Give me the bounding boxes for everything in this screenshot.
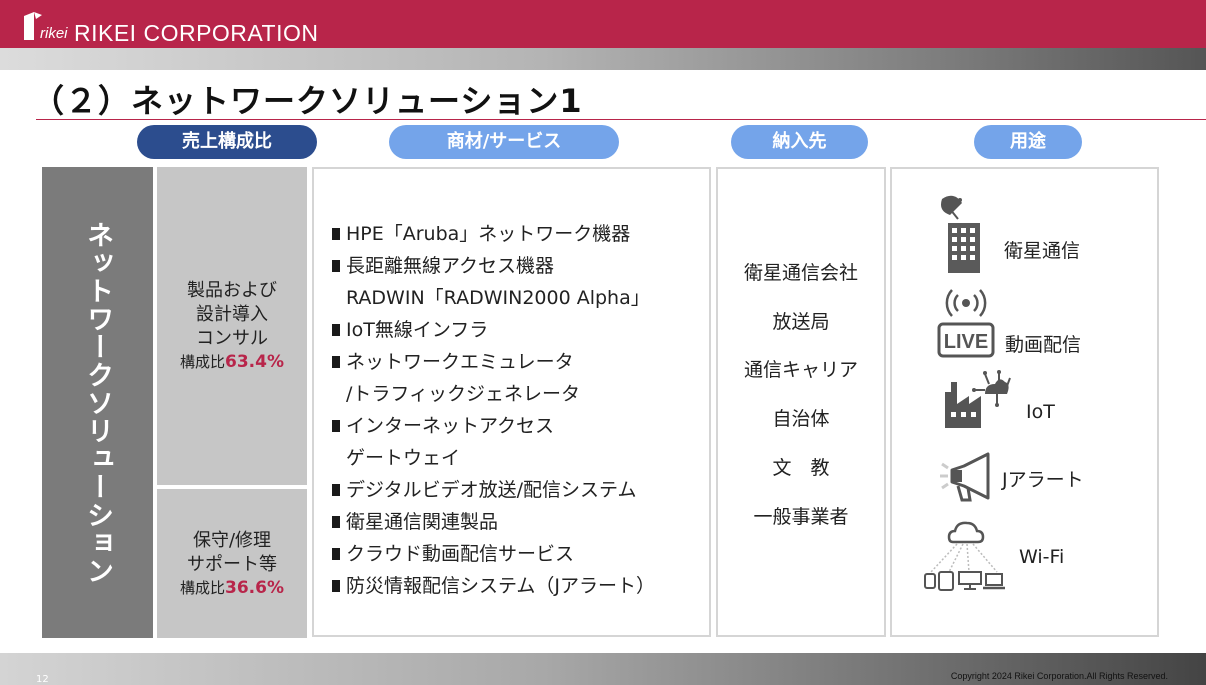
list-item: 衛星通信関連製品 <box>332 506 712 538</box>
product-list: HPE「Aruba」ネットワーク機器 長距離無線アクセス機器 RADWIN「RA… <box>332 218 712 602</box>
customer-item: 一般事業者 <box>753 506 849 528</box>
list-item: HPE「Aruba」ネットワーク機器 <box>332 218 712 250</box>
share-ratio-value: 63.4% <box>225 352 284 372</box>
share-ratio: 構成比36.6% <box>180 577 284 599</box>
list-item: 防災情報配信システム（Jアラート） <box>332 570 712 602</box>
use-label-wifi: Wi-Fi <box>1019 546 1065 568</box>
bullet-square-icon <box>332 580 340 592</box>
bullet-square-icon <box>332 356 340 368</box>
use-label-streaming: 動画配信 <box>1005 334 1082 356</box>
list-item: ネットワークエミュレータ <box>332 346 712 378</box>
header-bar: rikei RIKEI CORPORATION <box>0 0 1206 48</box>
bullet-square-icon <box>332 548 340 560</box>
share-ratio: 構成比63.4% <box>180 351 284 373</box>
bullet-square-icon <box>332 260 340 272</box>
copyright-text: Copyright 2024 Rikei Corporation.All Rig… <box>950 671 1168 681</box>
share-box-product: 製品および 設計導入 コンサル 構成比63.4% <box>157 167 307 485</box>
iot-factory-icon <box>945 370 1011 428</box>
list-item: /トラフィックジェネレータ <box>346 383 581 405</box>
use-label-jalert: Jアラート <box>1002 469 1084 491</box>
bullet-square-icon <box>332 420 340 432</box>
customers-panel <box>716 167 886 637</box>
share-line: コンサル <box>196 328 268 349</box>
segment-label: ネットワークソリューション <box>82 220 113 585</box>
customer-item: 文 教 <box>772 457 830 479</box>
share-ratio-value: 36.6% <box>225 577 284 598</box>
list-item: クラウド動画配信サービス <box>332 538 712 570</box>
logo-wordmark: rikei <box>40 25 68 42</box>
share-line: 保守/修理 <box>192 529 272 551</box>
header-gradient-bar <box>0 48 1206 70</box>
bullet-square-icon <box>332 516 340 528</box>
list-item: 長距離無線アクセス機器 <box>332 250 712 282</box>
live-broadcast-icon: LIVE <box>937 289 995 358</box>
list-item: デジタルビデオ放送/配信システム <box>332 474 712 506</box>
list-item: RADWIN「RADWIN2000 Alpha」 <box>346 287 650 309</box>
share-line: 製品および <box>187 280 277 301</box>
satellite-building-icon <box>941 195 980 273</box>
customer-item: 放送局 <box>772 311 830 333</box>
megaphone-icon <box>940 452 990 502</box>
bullet-square-icon <box>332 484 340 496</box>
share-ratio-label: 構成比 <box>180 353 226 371</box>
cloud-devices-icon <box>924 521 1005 591</box>
pill-customers: 納入先 <box>731 125 868 159</box>
pill-products: 商材/サービス <box>389 125 619 159</box>
share-line: 設計導入 <box>196 304 268 325</box>
bullet-square-icon <box>332 324 340 336</box>
share-box-maintenance: 保守/修理 サポート等 構成比36.6% <box>157 489 307 638</box>
bullet-square-icon <box>332 228 340 240</box>
title-divider <box>36 119 1206 120</box>
customer-item: 通信キャリア <box>743 359 858 381</box>
segment-column: ネットワークソリューション <box>42 167 153 638</box>
list-item: ゲートウェイ <box>346 447 461 469</box>
use-label-iot: IoT <box>1026 401 1055 423</box>
svg-text:LIVE: LIVE <box>944 331 988 353</box>
list-item: IoT無線インフラ <box>332 314 712 346</box>
company-name: RIKEI CORPORATION <box>74 20 319 46</box>
pill-uses: 用途 <box>974 125 1082 159</box>
use-label-satellite: 衛星通信 <box>1004 240 1081 262</box>
page-number: 12 <box>36 674 49 685</box>
page-title: （２）ネットワークソリューション1 <box>32 82 583 120</box>
share-line: サポート等 <box>187 553 277 575</box>
share-ratio-label: 構成比 <box>180 578 226 597</box>
pill-share: 売上構成比 <box>137 125 317 159</box>
customer-item: 衛星通信会社 <box>743 262 858 284</box>
customer-item: 自治体 <box>772 408 830 430</box>
list-item: インターネットアクセス <box>332 410 712 442</box>
